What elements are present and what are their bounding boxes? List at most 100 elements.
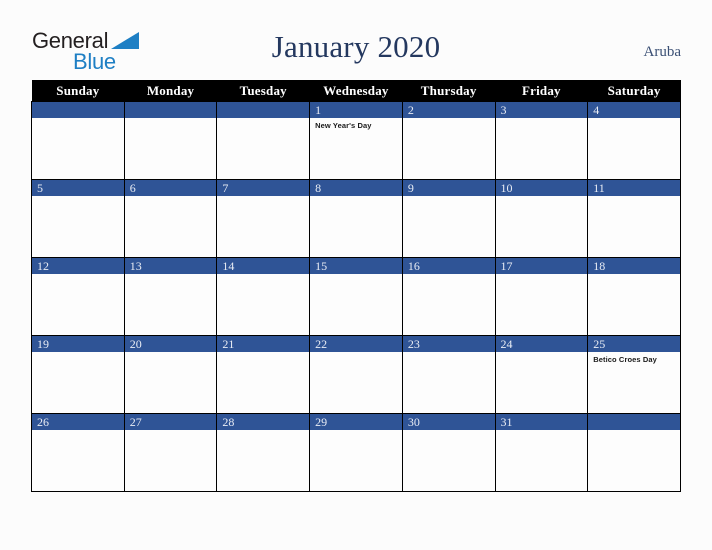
- day-number: 13: [125, 258, 216, 274]
- day-event-area: [125, 196, 216, 199]
- calendar-day-cell[interactable]: 25 Betico Croes Day: [587, 335, 681, 414]
- calendar-day-cell[interactable]: 28: [216, 413, 311, 492]
- day-number: [217, 102, 309, 118]
- day-event-area: [125, 118, 216, 121]
- day-event-area: Betico Croes Day: [589, 352, 680, 365]
- calendar-day-cell[interactable]: [123, 101, 218, 180]
- calendar-day-cell[interactable]: 6: [123, 179, 218, 258]
- day-event-area: [125, 274, 216, 277]
- day-event-area: [589, 118, 680, 121]
- calendar-day-cell[interactable]: 9: [401, 179, 496, 258]
- day-event-area: [311, 196, 402, 199]
- calendar-day-cell[interactable]: 27: [123, 413, 218, 492]
- calendar-day-cell[interactable]: 26: [31, 413, 125, 492]
- calendar-day-cell[interactable]: 24: [494, 335, 589, 414]
- weekday-header-saturday: Saturday: [587, 80, 681, 102]
- day-number: 22: [310, 336, 402, 352]
- region-label: Aruba: [643, 44, 682, 60]
- day-event-area: [589, 430, 680, 433]
- day-number: 28: [217, 414, 309, 430]
- weekday-header-thursday: Thursday: [402, 80, 496, 102]
- day-number: 19: [32, 336, 124, 352]
- day-number: 21: [217, 336, 309, 352]
- calendar-day-cell[interactable]: 10: [494, 179, 589, 258]
- page-header: General Blue January 2020 Aruba: [0, 0, 712, 80]
- weekday-header-friday: Friday: [495, 80, 588, 102]
- day-number: 7: [217, 180, 309, 196]
- day-number: 2: [403, 102, 495, 118]
- day-number: 12: [32, 258, 124, 274]
- day-event-area: [403, 430, 494, 433]
- day-event-area: [311, 274, 402, 277]
- day-event-area: [589, 196, 680, 199]
- day-event-area: [311, 430, 402, 433]
- calendar-day-cell[interactable]: 13: [123, 257, 218, 336]
- calendar-day-cell[interactable]: 7: [216, 179, 311, 258]
- day-event-area: [496, 196, 587, 199]
- day-event-area: [125, 352, 216, 355]
- calendar-day-cell[interactable]: 31: [494, 413, 589, 492]
- day-number: 5: [32, 180, 124, 196]
- calendar-day-cell[interactable]: 12: [31, 257, 125, 336]
- calendar-week-row: 5 6 7 8 9 10 11: [31, 179, 681, 258]
- day-number: 25: [588, 336, 680, 352]
- calendar-day-cell[interactable]: 4: [587, 101, 681, 180]
- day-number: 1: [310, 102, 402, 118]
- calendar-day-cell[interactable]: 20: [123, 335, 218, 414]
- day-number: 17: [496, 258, 587, 274]
- day-number: [32, 102, 124, 118]
- calendar-day-cell[interactable]: 2: [401, 101, 496, 180]
- day-event-area: [218, 430, 309, 433]
- calendar-day-cell[interactable]: 15: [309, 257, 403, 336]
- day-number: 24: [496, 336, 587, 352]
- day-event-area: [403, 196, 494, 199]
- calendar-day-cell[interactable]: 11: [587, 179, 681, 258]
- day-number: 6: [125, 180, 216, 196]
- calendar-day-cell[interactable]: 17: [494, 257, 589, 336]
- day-number: 29: [310, 414, 402, 430]
- calendar-day-cell[interactable]: 21: [216, 335, 311, 414]
- calendar-day-cell[interactable]: 1 New Year's Day: [309, 101, 403, 180]
- weekday-header-monday: Monday: [124, 80, 217, 102]
- day-event-area: New Year's Day: [311, 118, 402, 131]
- day-number: 10: [496, 180, 587, 196]
- calendar-day-cell[interactable]: 30: [401, 413, 496, 492]
- calendar-day-cell[interactable]: 19: [31, 335, 125, 414]
- day-event-area: [32, 430, 123, 433]
- calendar-week-row: 1 New Year's Day 2 3 4: [31, 101, 681, 180]
- calendar-day-cell[interactable]: [216, 101, 311, 180]
- calendar-week-row: 19 20 21 22 23 24 25 Betico Croes Day: [31, 335, 681, 414]
- day-event-area: [125, 430, 216, 433]
- calendar-day-cell[interactable]: 18: [587, 257, 681, 336]
- day-number: 30: [403, 414, 495, 430]
- day-number: 23: [403, 336, 495, 352]
- day-event-area: [218, 352, 309, 355]
- calendar-grid: Sunday Monday Tuesday Wednesday Thursday…: [31, 80, 681, 492]
- calendar-day-cell[interactable]: [587, 413, 681, 492]
- calendar-day-cell[interactable]: 3: [494, 101, 589, 180]
- calendar-week-row: 12 13 14 15 16 17 18: [31, 257, 681, 336]
- calendar-day-cell[interactable]: 5: [31, 179, 125, 258]
- holiday-label: New Year's Day: [315, 121, 372, 130]
- day-event-area: [589, 274, 680, 277]
- day-event-area: [403, 118, 494, 121]
- day-event-area: [218, 274, 309, 277]
- day-event-area: [496, 352, 587, 355]
- calendar-day-cell[interactable]: 22: [309, 335, 403, 414]
- day-event-area: [311, 352, 402, 355]
- holiday-label: Betico Croes Day: [593, 355, 657, 364]
- day-number: 11: [588, 180, 680, 196]
- calendar-day-cell[interactable]: 8: [309, 179, 403, 258]
- page-title: January 2020: [271, 29, 441, 64]
- day-number: 14: [217, 258, 309, 274]
- calendar-day-cell[interactable]: 16: [401, 257, 496, 336]
- day-number: 20: [125, 336, 216, 352]
- day-event-area: [32, 196, 123, 199]
- weekday-header-wednesday: Wednesday: [309, 80, 403, 102]
- calendar-day-cell[interactable]: 29: [309, 413, 403, 492]
- calendar-day-cell[interactable]: [31, 101, 125, 180]
- day-event-area: [496, 118, 587, 121]
- calendar-day-cell[interactable]: 23: [401, 335, 496, 414]
- day-event-area: [496, 430, 587, 433]
- calendar-day-cell[interactable]: 14: [216, 257, 311, 336]
